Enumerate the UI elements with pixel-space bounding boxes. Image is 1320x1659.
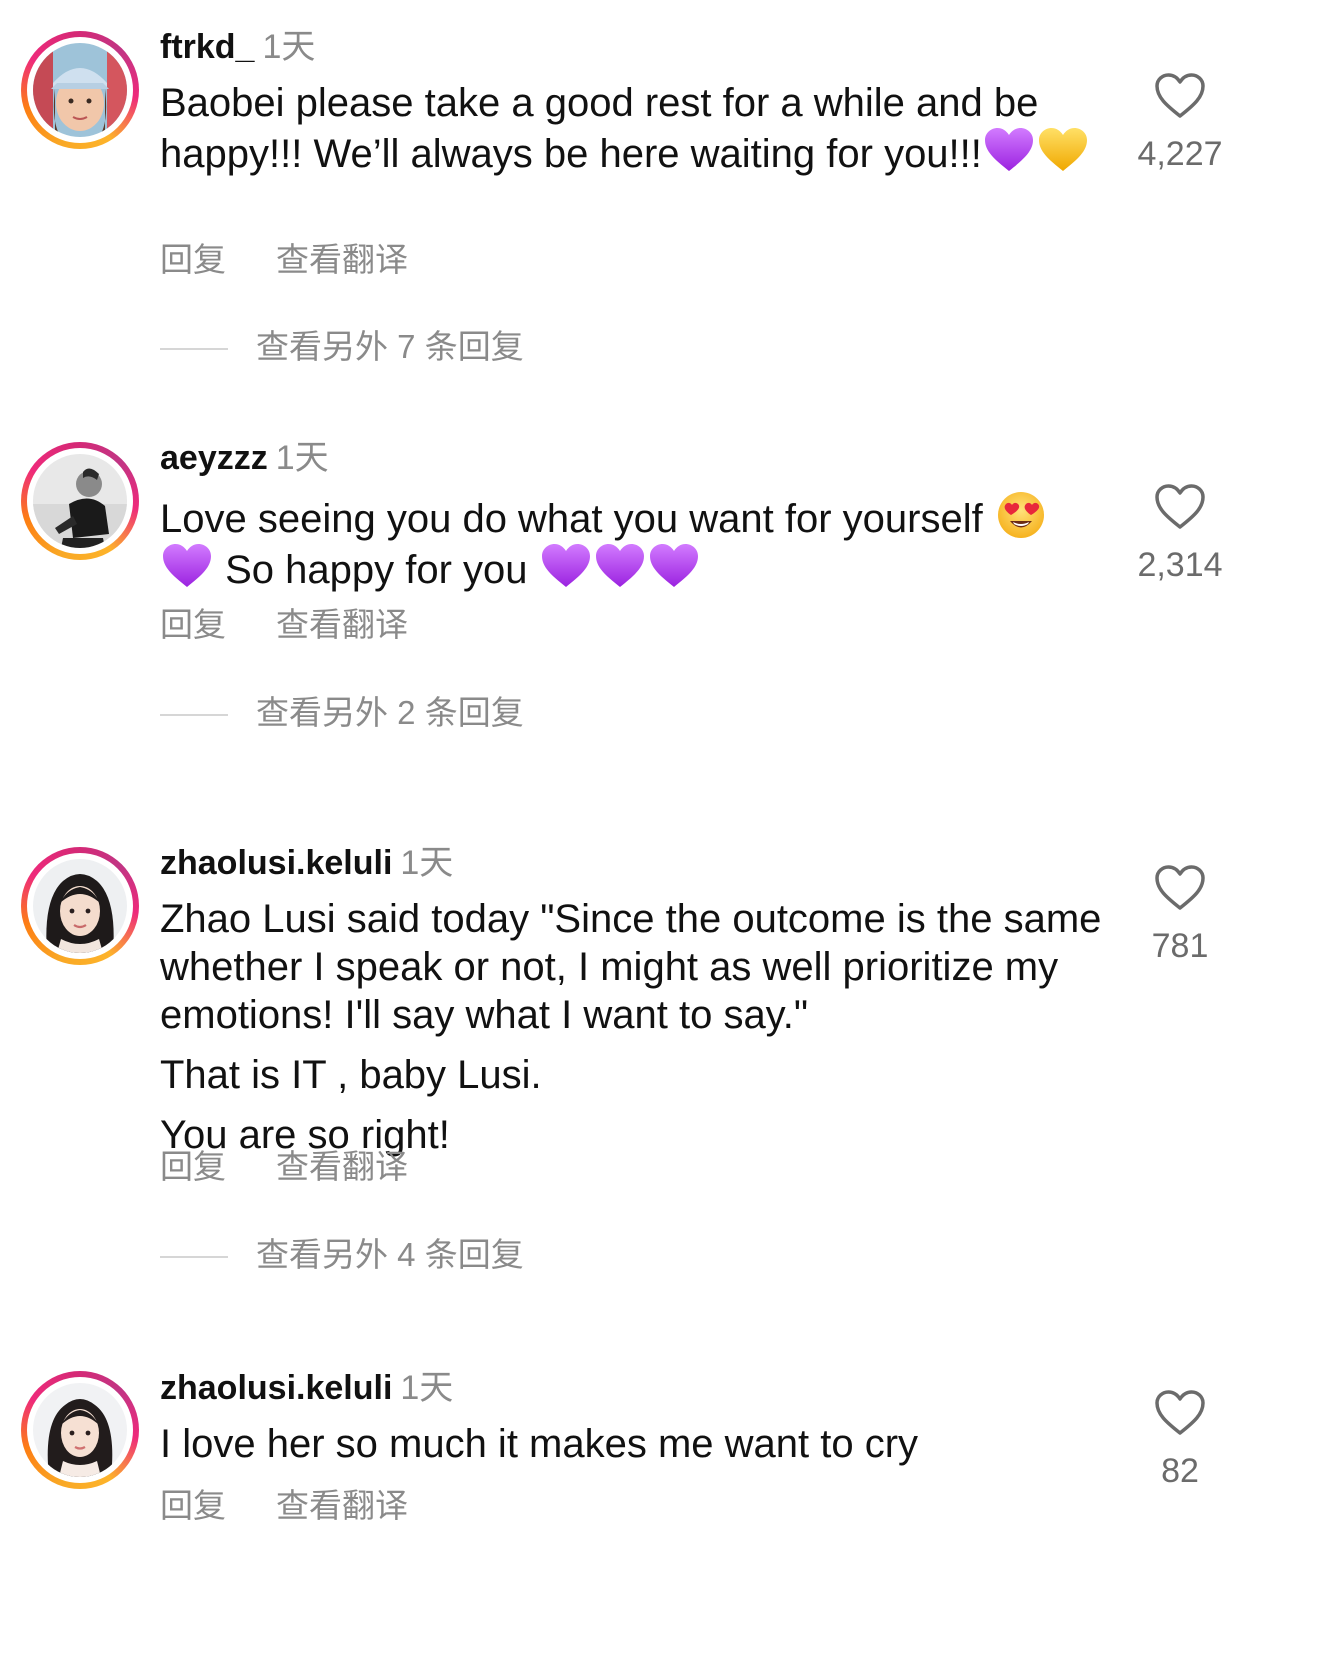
comment-meta: aeyzzz 1天 — [160, 438, 329, 478]
heart-outline-icon[interactable] — [1154, 72, 1206, 120]
view-more-replies-label: 查看另外 4 条回复 — [256, 1236, 524, 1273]
username[interactable]: aeyzzz — [160, 439, 268, 477]
comment-text: Love seeing you do what you want for you… — [160, 490, 1120, 594]
avatar — [33, 859, 127, 953]
comment-actions: 回复 查看翻译 — [160, 1486, 408, 1526]
timestamp: 1天 — [400, 1369, 454, 1407]
divider-line — [160, 1256, 228, 1259]
see-translation-button[interactable]: 查看翻译 — [276, 1487, 408, 1524]
heart-outline-icon[interactable] — [1154, 864, 1206, 912]
divider-line — [160, 348, 228, 351]
reply-button[interactable]: 回复 — [160, 241, 226, 278]
see-translation-button[interactable]: 查看翻译 — [276, 241, 408, 278]
comment-text: Baobei please take a good rest for a whi… — [160, 79, 1120, 178]
see-translation-button[interactable]: 查看翻译 — [276, 1148, 408, 1185]
username[interactable]: ftrkd_ — [160, 28, 254, 66]
like-section: 82 — [1120, 1389, 1240, 1491]
comment-meta: zhaolusi.keluli 1天 — [160, 843, 453, 883]
purple-heart-emoji — [541, 543, 591, 589]
comment-actions: 回复 查看翻译 — [160, 240, 408, 280]
avatar-story-ring[interactable] — [21, 442, 139, 560]
like-section: 4,227 — [1120, 72, 1240, 174]
heart-outline-icon[interactable] — [1154, 483, 1206, 531]
purple-heart-emoji — [595, 543, 645, 589]
view-more-replies-button[interactable]: 查看另外 4 条回复 — [160, 1235, 524, 1275]
avatar — [33, 1383, 127, 1477]
yellow-heart-emoji — [1038, 127, 1088, 173]
comment-text-paragraph-2: That is IT , baby Lusi. — [160, 1053, 542, 1097]
comment-text-body: Baobei please take a good rest for a whi… — [160, 81, 1039, 176]
like-section: 781 — [1120, 864, 1240, 966]
avatar-story-ring[interactable] — [21, 1371, 139, 1489]
view-more-replies-label: 查看另外 7 条回复 — [256, 328, 524, 365]
purple-heart-emoji — [649, 543, 699, 589]
comment-text-part-1: Love seeing you do what you want for you… — [160, 497, 983, 541]
like-count: 82 — [1161, 1452, 1199, 1490]
comment-text: I love her so much it makes me want to c… — [160, 1420, 1120, 1468]
view-more-replies-button[interactable]: 查看另外 7 条回复 — [160, 327, 524, 367]
timestamp: 1天 — [275, 439, 329, 477]
reply-button[interactable]: 回复 — [160, 1487, 226, 1524]
reply-button[interactable]: 回复 — [160, 606, 226, 643]
avatar-story-ring[interactable] — [21, 31, 139, 149]
comment-actions: 回复 查看翻译 — [160, 605, 408, 645]
comment-text-body: I love her so much it makes me want to c… — [160, 1422, 919, 1466]
avatar — [33, 43, 127, 137]
comment-meta: zhaolusi.keluli 1天 — [160, 1368, 453, 1408]
comment-meta: ftrkd_ 1天 — [160, 27, 315, 67]
view-more-replies-button[interactable]: 查看另外 2 条回复 — [160, 693, 524, 733]
avatar — [33, 454, 127, 548]
reply-button[interactable]: 回复 — [160, 1148, 226, 1185]
timestamp: 1天 — [400, 844, 454, 882]
view-more-replies-label: 查看另外 2 条回复 — [256, 694, 524, 731]
timestamp: 1天 — [262, 28, 316, 66]
comment-text-paragraph-1: Zhao Lusi said today "Since the outcome … — [160, 897, 1102, 1037]
like-count: 4,227 — [1137, 135, 1223, 173]
comment-text-part-2: So happy for you — [225, 548, 528, 592]
purple-heart-emoji — [162, 543, 212, 589]
comment-text: Zhao Lusi said today "Since the outcome … — [160, 895, 1120, 1159]
like-count: 2,314 — [1137, 546, 1223, 584]
username[interactable]: zhaolusi.keluli — [160, 1369, 392, 1407]
see-translation-button[interactable]: 查看翻译 — [276, 606, 408, 643]
avatar-story-ring[interactable] — [21, 847, 139, 965]
username[interactable]: zhaolusi.keluli — [160, 844, 392, 882]
like-section: 2,314 — [1120, 483, 1240, 585]
heart-outline-icon[interactable] — [1154, 1389, 1206, 1437]
like-count: 781 — [1151, 927, 1209, 965]
divider-line — [160, 714, 228, 717]
heart-eyes-emoji — [997, 492, 1044, 538]
purple-heart-emoji — [984, 127, 1034, 173]
comment-actions: 回复 查看翻译 — [160, 1147, 408, 1187]
